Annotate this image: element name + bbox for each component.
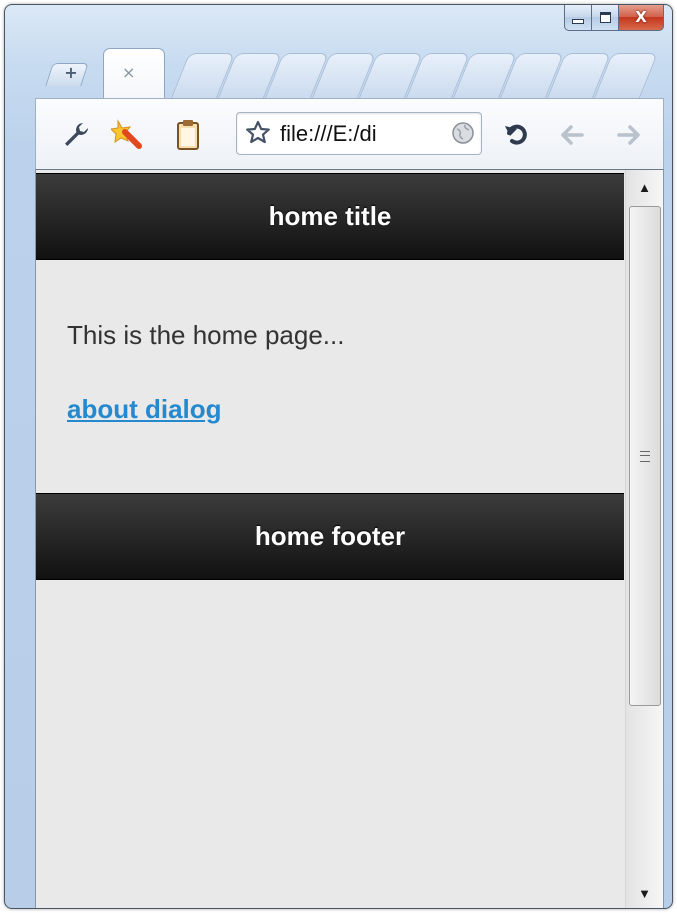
about-dialog-link[interactable]: about dialog xyxy=(67,394,222,425)
maximize-icon xyxy=(599,11,611,23)
star-burst-extension-icon[interactable] xyxy=(110,117,146,153)
scroll-thumb[interactable] xyxy=(629,206,661,706)
close-icon: X xyxy=(635,8,647,26)
address-bar[interactable]: file:///E:/di xyxy=(236,112,482,155)
address-text[interactable]: file:///E:/di xyxy=(280,122,438,146)
vertical-scrollbar[interactable]: ▲ ▼ xyxy=(625,170,663,908)
tab-strip: + × xyxy=(5,45,672,101)
scroll-down-arrow-icon[interactable]: ▼ xyxy=(626,876,663,908)
globe-icon xyxy=(451,121,475,150)
clipboard-icon[interactable] xyxy=(170,117,206,153)
maximize-button[interactable] xyxy=(592,5,619,31)
browser-toolbar: file:///E:/di xyxy=(35,98,664,171)
minimize-icon xyxy=(572,18,584,24)
close-button[interactable]: X xyxy=(619,5,664,31)
minimize-button[interactable] xyxy=(564,5,592,31)
scroll-up-arrow-icon[interactable]: ▲ xyxy=(626,170,663,204)
footer-title: home footer xyxy=(254,521,406,551)
reload-icon[interactable] xyxy=(499,117,535,153)
page-header: home title xyxy=(36,173,624,260)
grip-icon xyxy=(640,450,650,462)
page-footer: home footer xyxy=(36,493,624,580)
tab-close-icon[interactable]: × xyxy=(122,64,135,82)
browser-window: X + × file:///E:/di home title This is t… xyxy=(4,4,673,909)
bookmark-star-icon[interactable] xyxy=(245,120,271,151)
forward-icon[interactable] xyxy=(611,117,647,153)
window-controls: X xyxy=(564,5,664,32)
back-icon[interactable] xyxy=(554,117,590,153)
page-body-text: This is the home page... xyxy=(67,320,345,350)
page-title: home title xyxy=(268,201,392,231)
plus-icon[interactable]: + xyxy=(62,64,80,82)
page-viewport: home title This is the home page... abou… xyxy=(35,169,664,908)
wrench-icon[interactable] xyxy=(58,117,94,153)
